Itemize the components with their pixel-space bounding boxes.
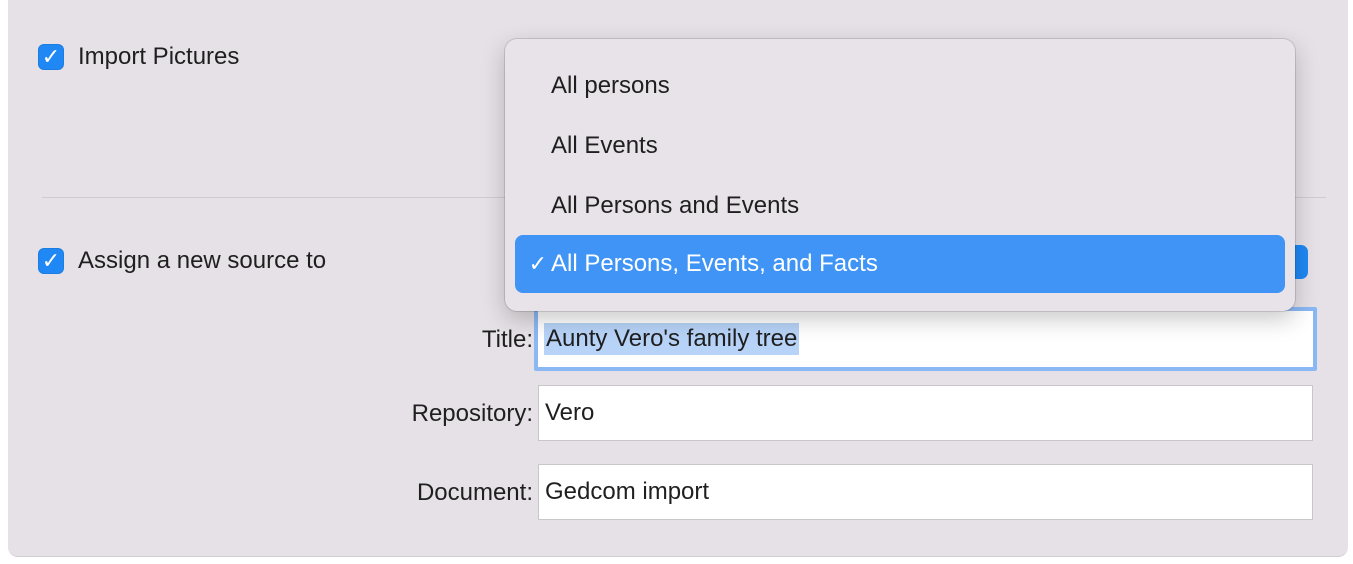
repository-field[interactable]: Vero [538, 385, 1313, 441]
title-label: Title: [481, 326, 533, 353]
import-pictures-option[interactable]: ✓ Import Pictures [38, 43, 239, 71]
menu-item-all-persons[interactable]: All persons [515, 57, 1285, 115]
menu-item-label: All Events [551, 132, 658, 159]
assign-source-label: Assign a new source to [78, 247, 327, 274]
title-field-value: Aunty Vero's family tree [544, 323, 800, 355]
menu-item-all-events[interactable]: All Events [515, 117, 1285, 175]
scope-popup-menu: All persons All Events All Persons and E… [505, 39, 1295, 311]
assign-source-option[interactable]: ✓ Assign a new source to [38, 247, 326, 275]
checkmark-icon: ✓ [528, 251, 547, 276]
repository-label: Repository: [411, 400, 533, 427]
title-field[interactable]: Aunty Vero's family tree [534, 307, 1317, 371]
document-field-value: Gedcom import [545, 478, 710, 505]
menu-item-label: All Persons, Events, and Facts [551, 250, 878, 277]
menu-item-all-persons-events-facts[interactable]: ✓ All Persons, Events, and Facts [515, 235, 1285, 293]
assign-source-checkbox[interactable]: ✓ [38, 248, 64, 274]
document-label: Document: [416, 479, 533, 506]
import-pictures-label: Import Pictures [78, 43, 240, 70]
menu-item-all-persons-and-events[interactable]: All Persons and Events [515, 177, 1285, 235]
checkmark-icon: ✓ [41, 248, 61, 273]
menu-item-label: All persons [551, 72, 670, 99]
repository-field-value: Vero [545, 399, 595, 426]
menu-item-label: All Persons and Events [551, 192, 800, 219]
document-field[interactable]: Gedcom import [538, 464, 1313, 520]
checkmark-icon: ✓ [41, 44, 61, 69]
import-pictures-checkbox[interactable]: ✓ [38, 44, 64, 70]
